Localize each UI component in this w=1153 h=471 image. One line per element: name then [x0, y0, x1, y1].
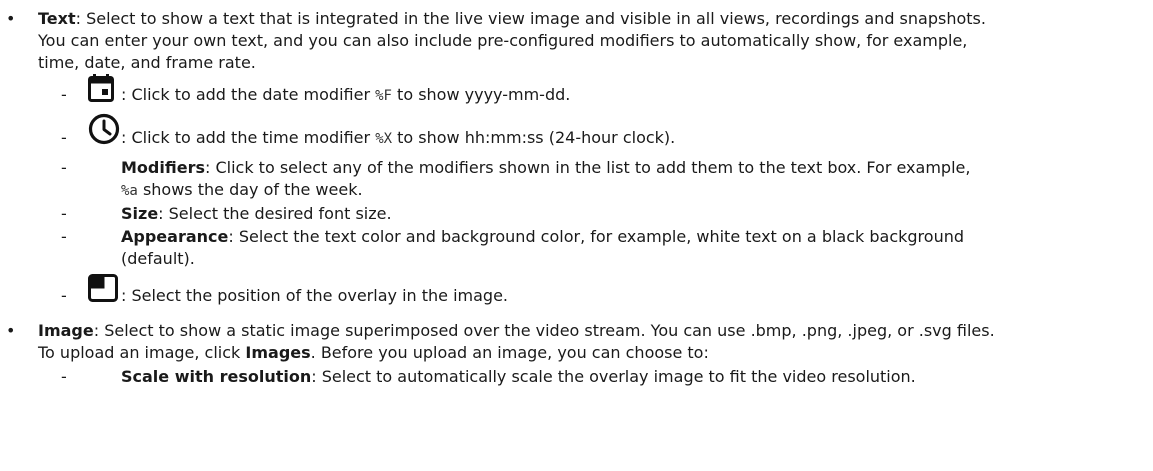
images-link-label: Images: [245, 343, 311, 362]
date-description: : Click to add the date modifier %F to s…: [121, 85, 571, 104]
calendar-icon: [88, 74, 114, 102]
appearance-description: Appearance: Select the text color and ba…: [121, 227, 965, 268]
position-description: : Select the position of the overlay in …: [121, 286, 508, 305]
position-icon: [88, 274, 118, 302]
modifiers-title: Modifiers: [121, 158, 205, 177]
appearance-title: Appearance: [121, 227, 229, 246]
text-title: Text: [38, 9, 76, 28]
image-description: Image: Select to show a static image sup…: [38, 321, 995, 362]
dash-marker: -: [61, 204, 67, 223]
document-page: • Text: Select to show a text that is in…: [0, 0, 1153, 471]
day-modifier-code: %a: [121, 183, 138, 199]
scale-description: Scale with resolution: Select to automat…: [121, 367, 916, 386]
size-description: Size: Select the desired font size.: [121, 204, 392, 223]
modifiers-description: Modifiers: Click to select any of the mo…: [121, 158, 971, 199]
size-title: Size: [121, 204, 159, 223]
clock-icon: [88, 113, 120, 145]
dash-marker: -: [61, 227, 67, 246]
dash-marker: -: [61, 128, 67, 147]
scale-title: Scale with resolution: [121, 367, 312, 386]
text-description: Text: Select to show a text that is inte…: [38, 9, 986, 72]
time-modifier-code: %X: [375, 131, 393, 147]
time-description: : Click to add the time modifier %X to s…: [121, 128, 676, 147]
bullet-marker: •: [6, 9, 16, 28]
date-modifier-code: %F: [375, 88, 392, 104]
dash-marker: -: [61, 367, 67, 386]
dash-marker: -: [61, 85, 67, 104]
dash-marker: -: [61, 158, 67, 177]
image-title: Image: [38, 321, 94, 340]
dash-marker: -: [61, 286, 67, 305]
bullet-marker: •: [6, 321, 16, 340]
